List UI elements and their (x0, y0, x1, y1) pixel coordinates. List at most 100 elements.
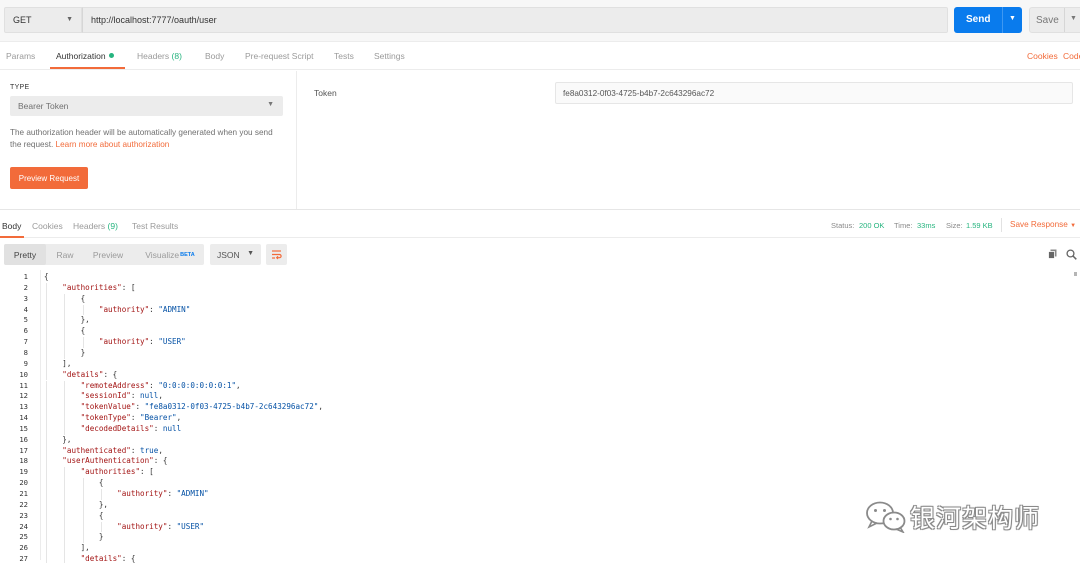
chevron-down-icon: ▼ (66, 16, 73, 23)
line-number: 16 (19, 434, 28, 444)
save-label: Save (1036, 15, 1059, 26)
line-number: 5 (23, 315, 28, 325)
code-line: }, (44, 434, 72, 444)
line-number: 13 (19, 402, 28, 412)
tab-prerequest-script[interactable]: Pre-request Script (245, 51, 314, 61)
search-icon[interactable] (1066, 249, 1077, 260)
save-response-label: Save Response (1010, 220, 1068, 229)
indent-guide (46, 499, 47, 511)
wrap-lines-button[interactable] (266, 244, 287, 265)
tab-body[interactable]: Body (205, 51, 224, 61)
indent-guide (46, 369, 47, 381)
tab-headers-label: Headers (137, 51, 170, 61)
code-line: { (44, 478, 104, 488)
raw-button[interactable]: Raw (48, 244, 82, 265)
copy-icon[interactable] (1048, 249, 1057, 259)
indent-guide (46, 456, 47, 468)
indent-guide (46, 380, 47, 392)
save-dropdown-icon[interactable]: ▼ (1070, 15, 1077, 22)
code-line: ], (44, 543, 90, 553)
indent-guide (64, 347, 66, 359)
code-link[interactable]: Code (1063, 51, 1080, 61)
line-number: 17 (19, 445, 28, 455)
wrap-lines-icon (272, 250, 282, 260)
indent-guide (64, 413, 66, 424)
chevron-down-icon: ▼ (247, 250, 254, 257)
indent-guide (46, 402, 47, 414)
indent-guide (100, 521, 102, 533)
url-input[interactable]: http://localhost:7777/oauth/user (82, 7, 948, 33)
indent-guide (64, 402, 66, 414)
indent-guide (64, 304, 66, 316)
indent-guide (46, 304, 47, 316)
format-value: JSON (217, 250, 240, 260)
pretty-button[interactable]: Pretty (4, 244, 46, 265)
visualize-button[interactable]: Visualize BETA (138, 244, 202, 265)
tab-authorization[interactable]: Authorization (56, 51, 114, 61)
code-line: "authority": "ADMIN" (98, 304, 191, 314)
response-tab-test-results[interactable]: Test Results (132, 221, 178, 231)
tab-headers[interactable]: Headers (8) (137, 51, 182, 61)
active-dot-icon (108, 53, 114, 58)
response-tab-cookies[interactable]: Cookies (32, 221, 63, 231)
method-select[interactable]: GET ▼ (4, 7, 82, 33)
send-dropdown-icon[interactable]: ▼ (1009, 15, 1016, 22)
time-value: 33ms (917, 221, 935, 230)
active-tab-indicator (50, 67, 125, 69)
indent-guide (46, 423, 47, 435)
save-response-button[interactable]: Save Response ▼ (1010, 220, 1076, 229)
indent-guide (82, 521, 84, 533)
tab-tests[interactable]: Tests (334, 51, 354, 61)
send-button[interactable]: Send ▼ (954, 7, 1022, 33)
indent-guide (64, 554, 66, 563)
indent-guide (46, 543, 47, 555)
indent-guide (46, 532, 47, 544)
tab-settings[interactable]: Settings (374, 51, 405, 61)
token-label: Token (314, 88, 337, 98)
line-number: 24 (19, 521, 28, 531)
auth-type-select[interactable]: Bearer Token ▼ (10, 96, 283, 116)
save-button[interactable]: Save ▼ (1029, 7, 1080, 33)
scrollbar-thumb[interactable] (1074, 272, 1077, 276)
indent-guide (64, 543, 66, 555)
request-url-bar: GET ▼ http://localhost:7777/oauth/user S… (0, 0, 1080, 42)
code-line: "details": { (80, 554, 136, 563)
indent-guide (82, 532, 84, 544)
indent-guide (46, 358, 47, 370)
indent-guide (82, 499, 84, 511)
line-number: 21 (19, 489, 28, 498)
code-line: { (44, 510, 104, 520)
method-label: GET (13, 15, 32, 25)
indent-guide (64, 521, 66, 533)
code-line: "tokenValue": "fe8a0312-0f03-4725-b4b7-2… (80, 402, 323, 412)
tab-params[interactable]: Params (6, 51, 35, 61)
indent-guide (64, 315, 66, 327)
indent-guide (46, 347, 47, 359)
code-line: "sessionId": null, (80, 391, 163, 401)
indent-guide (46, 521, 47, 533)
preview-button[interactable]: Preview (86, 244, 130, 265)
response-bar: Body Cookies Headers (9) Test Results St… (0, 209, 1080, 238)
indent-guide (46, 554, 47, 563)
indent-guide (64, 326, 66, 338)
size-value: 1.59 KB (966, 221, 993, 230)
response-tab-body[interactable]: Body (2, 221, 21, 231)
indent-guide (46, 445, 47, 457)
code-line: { (44, 272, 49, 281)
line-number: 18 (19, 456, 28, 466)
cookies-link[interactable]: Cookies (1027, 51, 1058, 61)
response-tab-headers[interactable]: Headers (9) (73, 221, 118, 231)
token-input[interactable]: fe8a0312-0f03-4725-b4b7-2c643296ac72 (555, 82, 1073, 104)
preview-request-button[interactable]: Preview Request (10, 167, 88, 189)
indent-guide (82, 304, 84, 316)
learn-more-link[interactable]: Learn more about authorization (56, 140, 170, 149)
chevron-down-icon: ▼ (267, 101, 274, 108)
line-number: 19 (19, 467, 28, 477)
indent-guide (100, 489, 102, 500)
status-value: 200 OK (859, 221, 884, 230)
chevron-down-icon: ▼ (1070, 223, 1077, 229)
line-number: 7 (23, 337, 28, 347)
indent-guide (64, 510, 66, 522)
response-headers-count: (9) (107, 221, 118, 231)
format-select[interactable]: JSON ▼ (210, 244, 261, 265)
